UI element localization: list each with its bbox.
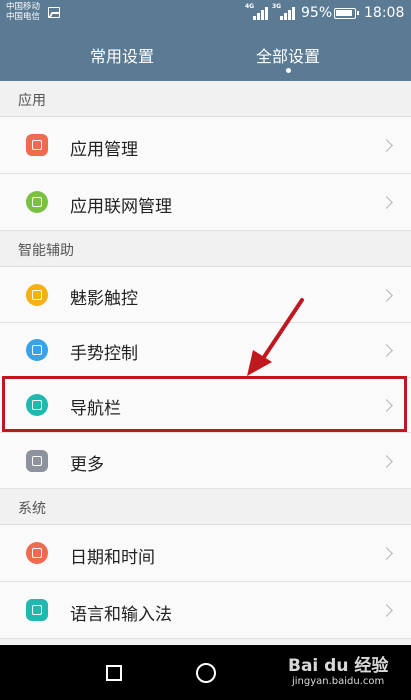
- chevron-right-icon: [380, 344, 393, 357]
- network-sync-icon: [26, 191, 48, 213]
- settings-item-label: 语言和输入法: [70, 605, 172, 625]
- chevron-right-icon: [380, 139, 393, 152]
- settings-item-label: 日期和时间: [70, 548, 155, 568]
- highlight-box: [2, 376, 407, 432]
- recent-apps-icon[interactable]: [106, 665, 122, 681]
- settings-item-gesture-control[interactable]: 手势控制: [0, 323, 411, 378]
- status-time: 18:08: [364, 5, 405, 21]
- settings-item-app-management[interactable]: 应用管理: [0, 117, 411, 174]
- settings-item-label: 应用管理: [70, 140, 138, 160]
- status-bar: 中国移动 中国电信 4G 3G 95% 18:08: [6, 2, 405, 22]
- watermark-url: jingyan.baidu.com: [292, 676, 385, 687]
- gesture-icon: [26, 339, 48, 361]
- watermark-logo: Bai du 经验: [288, 656, 389, 676]
- chevron-right-icon: [380, 196, 393, 209]
- settings-item-label: 更多: [70, 455, 104, 475]
- chevron-right-icon: [380, 547, 393, 560]
- chevron-right-icon: [380, 289, 393, 302]
- header: 中国移动 中国电信 4G 3G 95% 18:08 常用设置 全部设置: [0, 0, 411, 81]
- apps-grid-icon: [26, 134, 48, 156]
- section-system: 系统: [0, 489, 411, 525]
- chevron-right-icon: [380, 604, 393, 617]
- settings-item-phantom-touch[interactable]: 魅影触控: [0, 267, 411, 323]
- image-notification-icon: [48, 7, 60, 18]
- carrier-2: 中国电信: [6, 12, 41, 22]
- section-apps: 应用: [0, 81, 411, 117]
- battery-percent: 95%: [301, 5, 333, 21]
- active-tab-indicator: [286, 68, 291, 73]
- more-dots-icon: [26, 450, 48, 472]
- section-title: 应用: [18, 93, 46, 109]
- section-smart-assist: 智能辅助: [0, 231, 411, 267]
- settings-item-app-network[interactable]: 应用联网管理: [0, 174, 411, 231]
- carrier-1: 中国移动: [6, 2, 41, 12]
- battery-icon: [334, 8, 359, 19]
- section-title: 系统: [18, 501, 46, 517]
- tab-common-settings[interactable]: 常用设置: [90, 43, 154, 67]
- settings-item-label: 魅影触控: [70, 289, 138, 309]
- tab-all-settings[interactable]: 全部设置: [256, 43, 320, 67]
- settings-item-language-input[interactable]: 语言和输入法: [0, 582, 411, 639]
- settings-item-label: 手势控制: [70, 344, 138, 364]
- chevron-right-icon: [380, 455, 393, 468]
- settings-item-label: 应用联网管理: [70, 197, 172, 217]
- watermark: Bai du 经验 jingyan.baidu.com: [288, 651, 388, 687]
- clock-icon: [26, 542, 48, 564]
- hand-touch-icon: [26, 284, 48, 306]
- keyboard-icon: [26, 599, 48, 621]
- settings-item-more[interactable]: 更多: [0, 433, 411, 489]
- home-icon[interactable]: [196, 663, 216, 683]
- battery-fill: [336, 10, 352, 16]
- section-title: 智能辅助: [18, 243, 74, 259]
- carrier-info: 中国移动 中国电信: [6, 2, 40, 22]
- settings-item-date-time[interactable]: 日期和时间: [0, 525, 411, 582]
